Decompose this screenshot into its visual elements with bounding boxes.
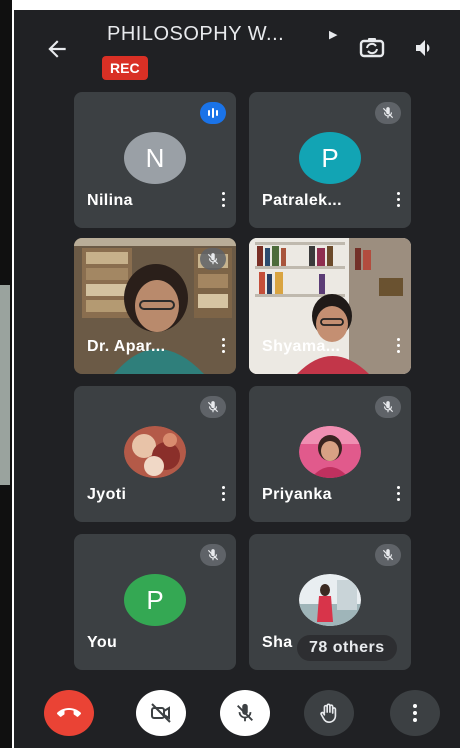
participant-name: Shyama... xyxy=(262,338,341,355)
background-photo xyxy=(0,285,10,485)
participant-tile-nilina[interactable]: N Nilina xyxy=(74,92,236,228)
participant-tile-priyanka[interactable]: Priyanka xyxy=(249,386,411,522)
mic-off-icon xyxy=(200,544,226,566)
more-vert-icon xyxy=(413,704,417,722)
participant-name: Patralek... xyxy=(262,192,343,209)
participant-name: You xyxy=(87,634,118,651)
more-vert-icon[interactable] xyxy=(220,338,226,356)
raise-hand-button[interactable] xyxy=(304,690,354,736)
hand-icon xyxy=(320,703,337,723)
more-options-button[interactable] xyxy=(390,690,440,736)
mic-off-button[interactable] xyxy=(220,690,270,736)
arrow-back-icon xyxy=(48,40,66,58)
avatar xyxy=(299,426,361,478)
back-button[interactable] xyxy=(44,36,70,62)
meet-call-screen: PHILOSOPHY W... ▶ REC N Nilina P Patrale… xyxy=(14,10,460,748)
switch-camera-button[interactable] xyxy=(359,36,385,60)
participant-name: Sha xyxy=(262,634,293,651)
end-call-button[interactable] xyxy=(44,690,94,736)
participant-tile-shyama[interactable]: Shyama... xyxy=(249,238,411,374)
avatar xyxy=(124,426,186,478)
avatar xyxy=(299,574,361,626)
participant-tile-you[interactable]: P You xyxy=(74,534,236,670)
speaking-indicator xyxy=(200,102,226,124)
recording-badge: REC xyxy=(102,56,148,80)
more-vert-icon[interactable] xyxy=(395,338,401,356)
avatar: N xyxy=(124,132,186,184)
mic-off-icon xyxy=(375,102,401,124)
participant-tile-patralek[interactable]: P Patralek... xyxy=(249,92,411,228)
participant-tile-dr-apar[interactable]: Dr. Apar... xyxy=(74,238,236,374)
camera-off-icon xyxy=(151,703,171,723)
mic-off-icon xyxy=(200,396,226,418)
camera-off-button[interactable] xyxy=(136,690,186,736)
mic-off-icon xyxy=(237,703,253,722)
speaker-icon xyxy=(416,40,430,56)
avatar: P xyxy=(299,132,361,184)
more-vert-icon[interactable] xyxy=(395,192,401,210)
top-bar: PHILOSOPHY W... ▶ REC xyxy=(14,10,460,90)
switch-camera-icon xyxy=(359,38,385,58)
mic-off-icon xyxy=(375,396,401,418)
background-edge xyxy=(0,0,12,748)
participant-name: Jyoti xyxy=(87,486,127,503)
more-vert-icon[interactable] xyxy=(395,486,401,504)
caret-right-icon[interactable]: ▶ xyxy=(329,28,337,41)
end-call-icon xyxy=(57,708,81,717)
participant-tile-jyoti[interactable]: Jyoti xyxy=(74,386,236,522)
audio-bars-icon xyxy=(208,108,218,118)
others-count-pill[interactable]: 78 others xyxy=(297,635,397,661)
more-vert-icon[interactable] xyxy=(220,486,226,504)
participant-name: Nilina xyxy=(87,192,133,209)
more-vert-icon[interactable] xyxy=(220,192,226,210)
speaker-button[interactable] xyxy=(413,36,439,60)
meeting-title[interactable]: PHILOSOPHY W... xyxy=(107,23,284,46)
participant-name: Dr. Apar... xyxy=(87,338,166,355)
avatar: P xyxy=(124,574,186,626)
participant-name: Priyanka xyxy=(262,486,332,503)
mic-off-icon xyxy=(200,248,226,270)
mic-off-icon xyxy=(375,544,401,566)
